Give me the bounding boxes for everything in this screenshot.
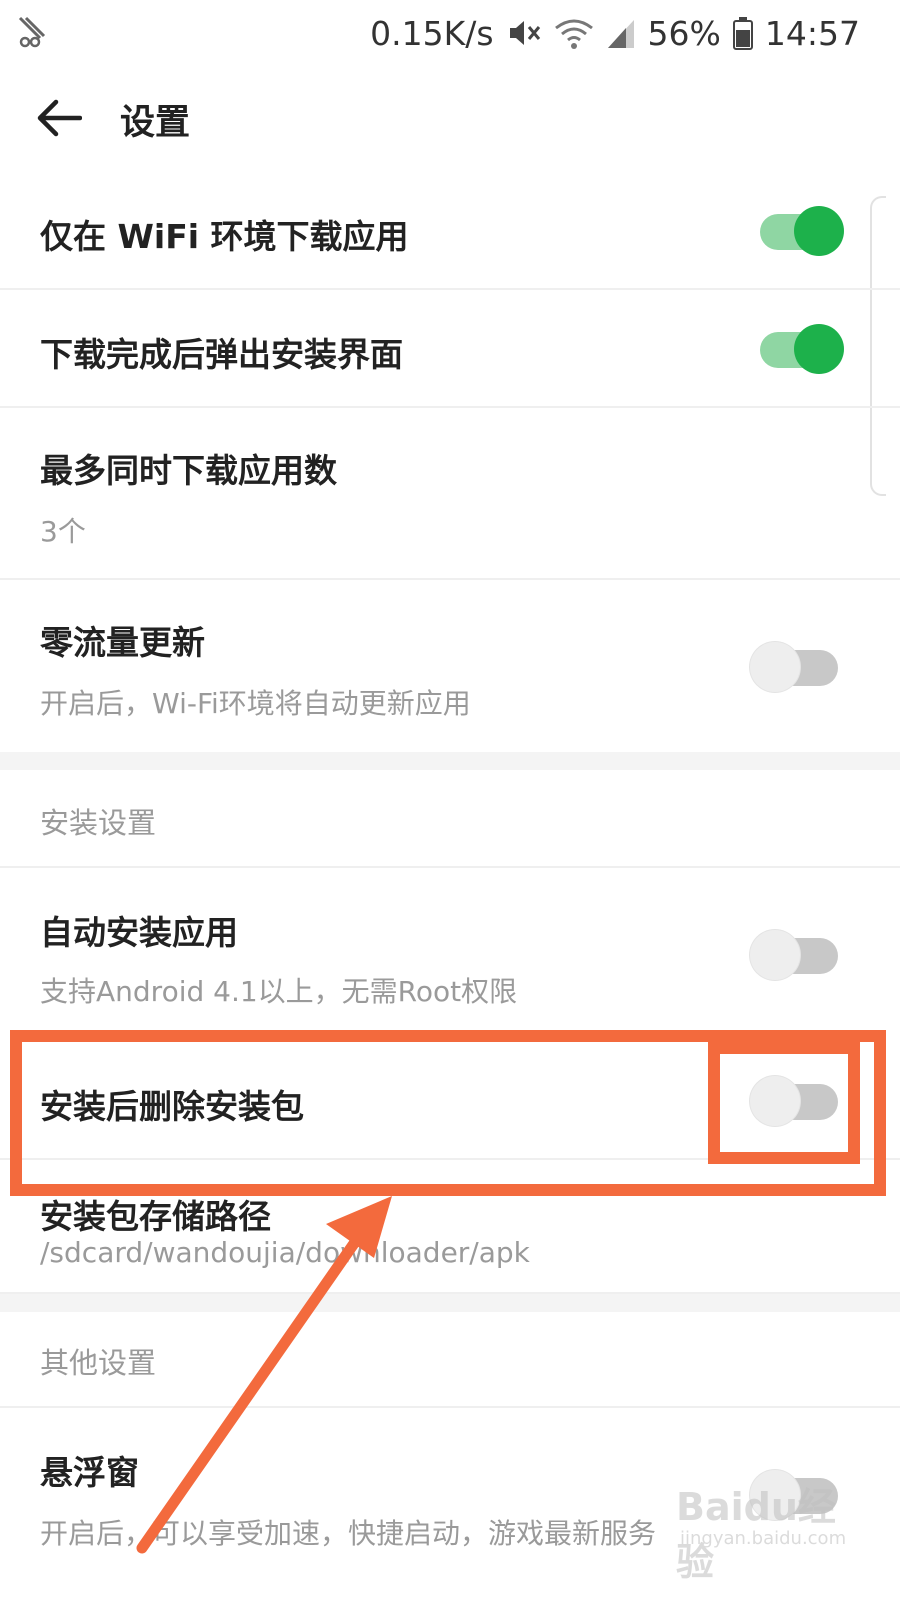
popup-install-toggle[interactable] (754, 324, 846, 374)
setting-max-downloads-title: 最多同时下载应用数 (40, 451, 337, 490)
app-notification-icon (18, 16, 46, 48)
status-right-group: 0.15K/s 56% 14:57 (370, 12, 860, 54)
battery-icon (732, 17, 753, 50)
setting-auto-install-subtitle: 支持Android 4.1以上，无需Root权限 (40, 975, 518, 1008)
watermark: Baidu经验 jingyan.baidu.com (640, 1470, 870, 1584)
zero-traffic-toggle[interactable] (750, 642, 842, 692)
page-title: 设置 (120, 103, 191, 143)
signal-icon (607, 20, 634, 48)
status-bar: 0.15K/s 56% 14:57 (0, 0, 900, 66)
setting-popup-install[interactable]: 下载完成后弹出安装界面 (0, 290, 900, 408)
section-other-label: 其他设置 (40, 1346, 157, 1380)
highlight-toggle-box (708, 1042, 860, 1164)
section-divider (0, 752, 900, 770)
setting-wifi-only[interactable]: 仅在 WiFi 环境下载应用 (0, 172, 900, 290)
net-speed: 0.15K/s (370, 13, 494, 53)
setting-zero-traffic-title: 零流量更新 (40, 623, 205, 662)
section-other-settings: 其他设置 (0, 1312, 900, 1408)
setting-auto-install[interactable]: 自动安装应用 支持Android 4.1以上，无需Root权限 (0, 868, 900, 1038)
toggle-knob (794, 324, 844, 374)
setting-storage-path-title: 安装包存储路径 (40, 1197, 271, 1236)
toggle-knob (750, 930, 800, 980)
setting-popup-install-title: 下载完成后弹出安装界面 (40, 335, 403, 374)
setting-floating-window-title: 悬浮窗 (40, 1453, 139, 1492)
setting-wifi-only-title: 仅在 WiFi 环境下载应用 (40, 217, 409, 256)
section-install-label: 安装设置 (40, 806, 157, 840)
toggle-knob (750, 642, 800, 692)
wifi-icon (554, 19, 593, 49)
setting-max-downloads-value: 3个 (40, 515, 86, 548)
clock: 14:57 (764, 13, 860, 53)
section-install-settings: 安装设置 (0, 770, 900, 868)
auto-install-toggle[interactable] (750, 930, 842, 980)
setting-zero-traffic-subtitle: 开启后，Wi-Fi环境将自动更新应用 (40, 687, 471, 720)
battery-percent: 56% (647, 13, 721, 53)
toggle-knob (794, 206, 844, 256)
watermark-url: jingyan.baidu.com (680, 1528, 847, 1549)
section-divider (0, 1294, 900, 1312)
mute-icon (509, 21, 540, 45)
wifi-only-toggle[interactable] (754, 206, 846, 256)
setting-auto-install-title: 自动安装应用 (40, 913, 238, 952)
setting-storage-path-value: /sdcard/wandoujia/downloader/apk (40, 1236, 530, 1269)
setting-floating-window-subtitle: 开启后，可以享受加速，快捷启动，游戏最新服务 (40, 1517, 657, 1550)
app-bar: 设置 (0, 70, 900, 170)
arrow-left-icon[interactable] (36, 98, 82, 138)
setting-zero-traffic[interactable]: 零流量更新 开启后，Wi-Fi环境将自动更新应用 (0, 580, 900, 752)
setting-max-downloads[interactable]: 最多同时下载应用数 3个 (0, 408, 900, 580)
